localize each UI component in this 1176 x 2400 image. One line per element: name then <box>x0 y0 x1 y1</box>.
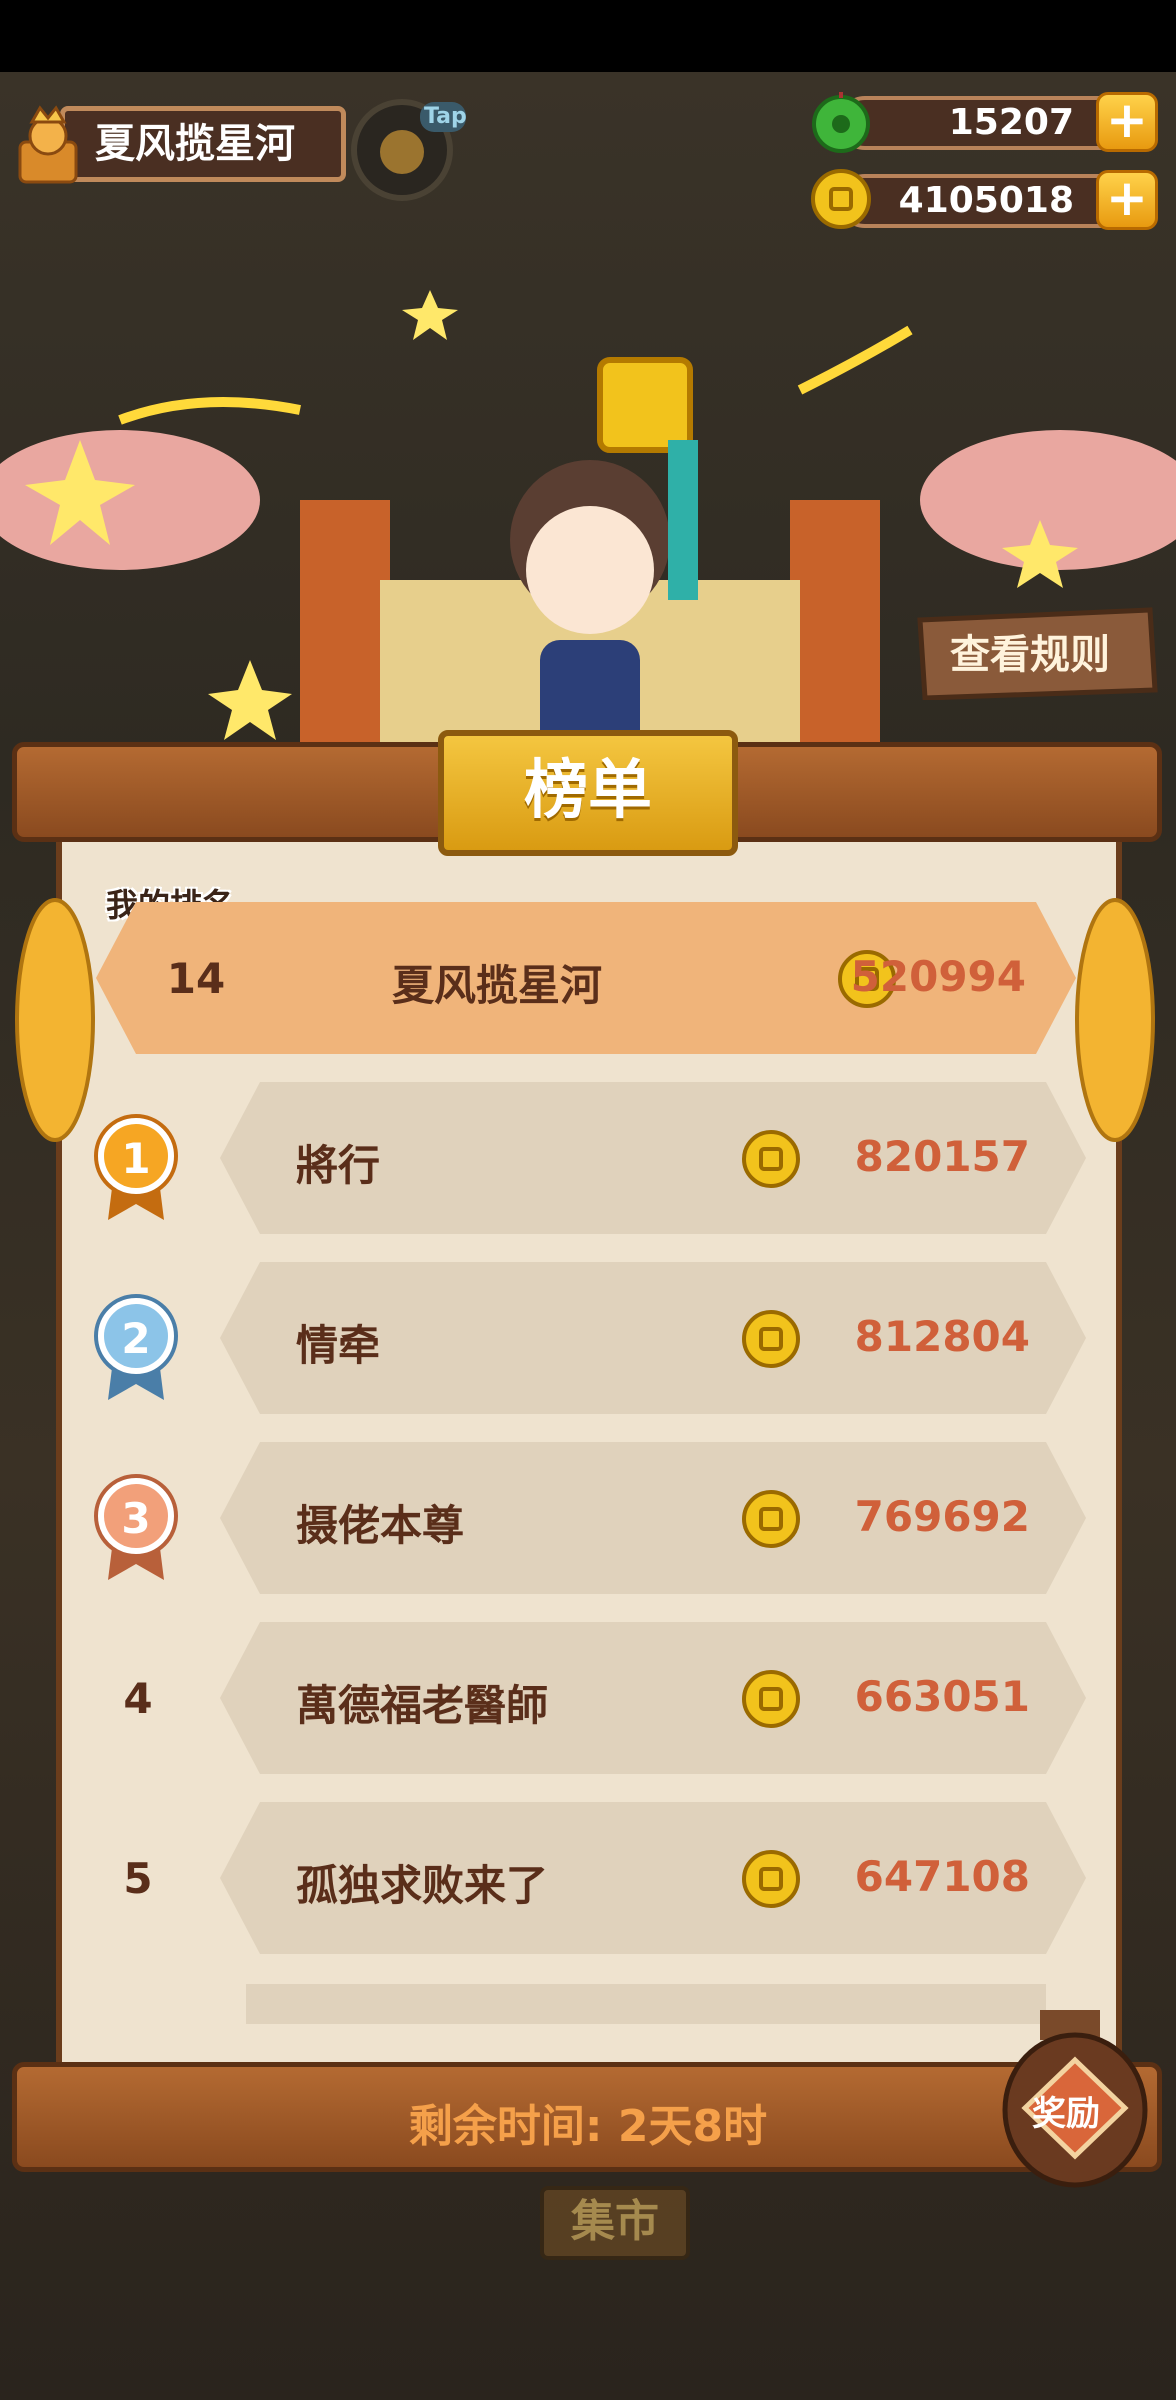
player-name: 將行 <box>296 1141 381 1190</box>
leaderboard-row[interactable]: 4 萬德福老醫師 663051 <box>56 1622 1086 1774</box>
coin-icon <box>742 1130 800 1188</box>
rank-number: 3 <box>121 1494 151 1543</box>
add-coins-button[interactable]: + <box>1096 170 1158 230</box>
player-score: 769692 <box>854 1492 1030 1541</box>
add-jade-button[interactable]: + <box>1096 92 1158 152</box>
tap-label: Tap <box>424 104 467 129</box>
player-score: 820157 <box>854 1132 1030 1181</box>
my-rank-row[interactable]: 14 夏风揽星河 520994 <box>96 902 1076 1054</box>
my-rank-number: 14 <box>166 954 226 1003</box>
jade-counter: 15207 + <box>808 88 1158 154</box>
coin-value: 4105018 <box>838 174 1138 228</box>
view-rules-button[interactable]: 查看规则 <box>910 600 1160 700</box>
player-badge[interactable]: 夏风揽星河 <box>10 102 346 186</box>
leaderboard-row[interactable]: 1 將行 820157 <box>56 1082 1086 1234</box>
player-name: 孤独求败来了 <box>296 1861 549 1910</box>
leaderboard-row[interactable]: 5 孤独求败来了 647108 <box>56 1802 1086 1954</box>
next-row-partial <box>246 1984 1046 2024</box>
jade-icon <box>812 92 870 153</box>
reward-label: 奖励 <box>1032 2094 1100 2134</box>
status-bar <box>0 0 1176 72</box>
player-avatar-icon <box>18 105 78 184</box>
player-name: 摄佬本尊 <box>296 1501 465 1550</box>
player-name: 萬德福老醫師 <box>296 1681 549 1730</box>
coin-icon <box>742 1490 800 1548</box>
coin-icon <box>811 169 871 229</box>
my-player-name: 夏风揽星河 <box>392 961 603 1010</box>
rank-number: 5 <box>123 1854 153 1903</box>
player-score: 812804 <box>854 1312 1030 1361</box>
rank-number: 4 <box>123 1674 153 1723</box>
player-name: 情牵 <box>296 1321 381 1370</box>
view-rules-label: 查看规则 <box>950 632 1110 678</box>
my-score: 520994 <box>850 952 1026 1001</box>
market-button[interactable]: 集市 <box>540 2186 690 2260</box>
board-title: 榜单 <box>438 730 738 856</box>
player-score: 647108 <box>854 1852 1030 1901</box>
leaderboard-row[interactable]: 2 情牵 812804 <box>56 1262 1086 1414</box>
reward-button[interactable]: 奖励 <box>1000 1990 1150 2190</box>
coin-icon <box>742 1670 800 1728</box>
player-score: 663051 <box>854 1672 1030 1721</box>
jade-value: 15207 <box>838 96 1138 150</box>
player-name: 夏风揽星河 <box>60 106 346 182</box>
coin-counter: 4105018 + <box>808 166 1158 232</box>
rank-number: 2 <box>121 1314 151 1363</box>
coin-icon <box>742 1310 800 1368</box>
leaderboard-row[interactable]: 3 摄佬本尊 769692 <box>56 1442 1086 1594</box>
rank-number: 1 <box>121 1134 151 1183</box>
tap-button[interactable]: Tap <box>350 94 470 204</box>
coin-icon <box>742 1850 800 1908</box>
